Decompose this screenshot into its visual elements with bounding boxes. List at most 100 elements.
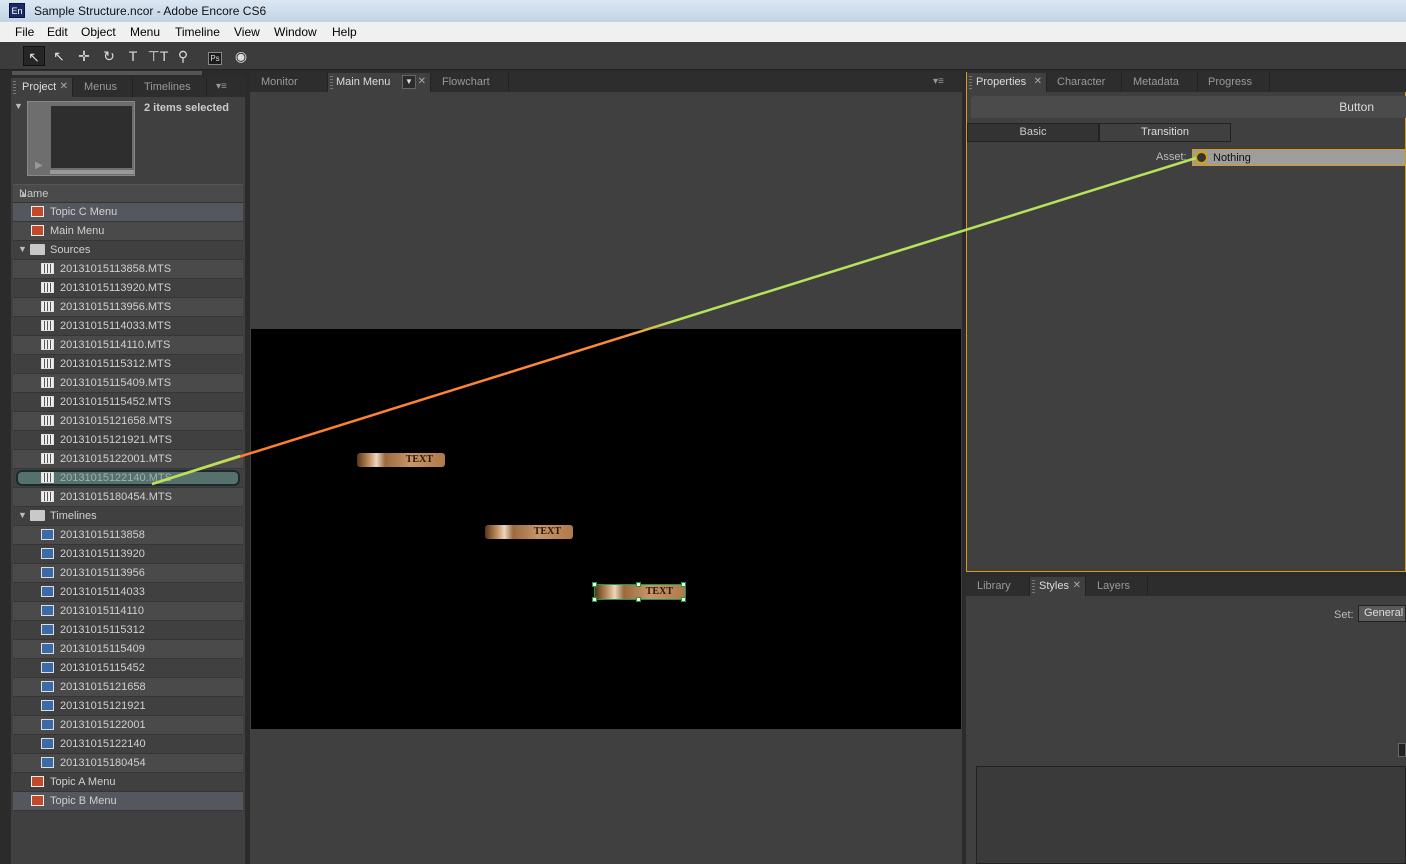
tab-layers[interactable]: Layers [1086, 577, 1148, 596]
resize-handle[interactable] [592, 582, 597, 587]
tab-character[interactable]: Character [1047, 73, 1122, 92]
panel-grip[interactable] [969, 76, 972, 89]
list-item[interactable]: 20131015113858.MTS [13, 260, 243, 279]
zoom-tool-icon[interactable]: ⚲ [172, 46, 194, 66]
menu-view[interactable]: View [234, 25, 260, 39]
menu-window[interactable]: Window [274, 25, 317, 39]
selection-tool-icon[interactable]: ↖ [23, 46, 45, 66]
subtab-transition[interactable]: Transition [1099, 123, 1231, 142]
list-item[interactable]: 20131015180454 [13, 754, 243, 773]
close-icon[interactable]: ✕ [1034, 73, 1042, 91]
list-item[interactable]: 20131015114110.MTS [13, 336, 243, 355]
tab-properties[interactable]: Properties ✕ [967, 73, 1047, 92]
tab-menus[interactable]: Menus [73, 78, 133, 97]
list-item[interactable]: 20131015115452.MTS [13, 393, 243, 412]
close-icon[interactable]: ✕ [418, 73, 426, 91]
close-icon[interactable]: ✕ [60, 78, 68, 96]
set-dropdown[interactable]: General [1358, 605, 1406, 622]
styles-list[interactable] [976, 766, 1406, 864]
menu-button-1[interactable]: TEXT [357, 453, 445, 467]
tab-project[interactable]: Project ✕ [11, 78, 73, 97]
list-item[interactable]: 20131015121658 [13, 678, 243, 697]
list-item[interactable]: 20131015180454.MTS [13, 488, 243, 507]
list-item[interactable]: 20131015122001.MTS [13, 450, 243, 469]
column-header-name[interactable]: Name ▲ [13, 184, 243, 203]
expand-icon[interactable]: ▼ [18, 510, 27, 520]
resize-handle[interactable] [636, 582, 641, 587]
expand-icon[interactable]: ▼ [18, 244, 27, 254]
tab-library[interactable]: Library [966, 577, 1030, 596]
tab-flowchart[interactable]: Flowchart [431, 73, 509, 92]
list-item[interactable]: 20131015113920 [13, 545, 243, 564]
item-label: 20131015113956.MTS [60, 301, 172, 313]
tab-timelines[interactable]: Timelines [133, 78, 207, 97]
tab-metadata[interactable]: Metadata [1122, 73, 1198, 92]
list-item[interactable]: 20131015114033.MTS [13, 317, 243, 336]
resize-handle[interactable] [681, 597, 686, 602]
list-item[interactable]: 20131015122001 [13, 716, 243, 735]
rotate-tool-icon[interactable]: ↻ [98, 46, 120, 66]
resize-handle[interactable] [681, 582, 686, 587]
app-icon: En [9, 3, 25, 18]
menu-canvas[interactable] [251, 329, 961, 729]
list-item[interactable]: 20131015114033 [13, 583, 243, 602]
pickwhip-icon[interactable] [1195, 151, 1208, 164]
list-item[interactable]: 20131015115452 [13, 659, 243, 678]
list-item[interactable]: 20131015115409.MTS [13, 374, 243, 393]
panel-menu-icon[interactable]: ▾≡ [924, 73, 962, 92]
menu-file[interactable]: File [15, 25, 34, 39]
menu-edit[interactable]: Edit [47, 25, 68, 39]
folder-row[interactable]: ▼ Timelines [13, 507, 243, 526]
list-item[interactable]: 20131015113956.MTS [13, 298, 243, 317]
menu-menu[interactable]: Menu [130, 25, 160, 39]
sort-ascending-icon[interactable]: ▲ [19, 189, 235, 199]
tab-progress[interactable]: Progress [1198, 73, 1270, 92]
toolbar-scrollbar[interactable] [12, 71, 202, 75]
list-item[interactable]: 20131015113956 [13, 564, 243, 583]
menu-button-2[interactable]: TEXT [485, 525, 573, 539]
list-item[interactable]: 20131015115312 [13, 621, 243, 640]
preview-icon[interactable]: ◉ [230, 46, 252, 66]
resize-handle[interactable] [592, 597, 597, 602]
poster-frame-bar[interactable] [50, 170, 134, 174]
folder-row[interactable]: ▼ Sources [13, 241, 243, 260]
list-item-selected[interactable]: 20131015122140.MTS [13, 469, 243, 488]
menu-help[interactable]: Help [332, 25, 357, 39]
list-item[interactable]: 20131015121921 [13, 697, 243, 716]
resize-handle[interactable] [636, 597, 641, 602]
asset-field[interactable]: Nothing [1192, 149, 1406, 166]
direct-select-tool-icon[interactable]: ↖ [48, 46, 70, 66]
panel-menu-icon[interactable]: ▾≡ [207, 78, 245, 97]
subtab-basic[interactable]: Basic [967, 123, 1099, 142]
close-icon[interactable]: ✕ [1073, 577, 1081, 595]
list-item[interactable]: 20131015121658.MTS [13, 412, 243, 431]
vertical-text-tool-icon[interactable]: ⊤T [147, 46, 169, 66]
panel-grip[interactable] [1032, 580, 1035, 593]
list-item[interactable]: Topic C Menu [13, 203, 243, 222]
list-item[interactable]: 20131015113920.MTS [13, 279, 243, 298]
panel-grip[interactable] [330, 76, 333, 89]
apply-style-icon[interactable] [1398, 743, 1406, 757]
tab-monitor[interactable]: Monitor [250, 73, 328, 92]
list-item[interactable]: 20131015115312.MTS [13, 355, 243, 374]
move-tool-icon[interactable]: ✛ [73, 46, 95, 66]
list-item[interactable]: Topic B Menu [13, 792, 243, 811]
list-item[interactable]: 20131015113858 [13, 526, 243, 545]
play-icon[interactable]: ▶ [35, 160, 43, 171]
photoshop-edit-button[interactable]: Ps [204, 46, 226, 66]
list-item[interactable]: Main Menu [13, 222, 243, 241]
menu-timeline[interactable]: Timeline [175, 25, 220, 39]
list-item[interactable]: 20131015121921.MTS [13, 431, 243, 450]
menu-object[interactable]: Object [81, 25, 116, 39]
folder-icon [30, 510, 45, 521]
text-tool-icon[interactable]: T [122, 46, 144, 66]
collapse-preview-icon[interactable]: ▼ [14, 101, 23, 111]
tab-main-menu[interactable]: Main Menu ▼ ✕ [328, 73, 431, 92]
list-item[interactable]: 20131015114110 [13, 602, 243, 621]
tab-styles[interactable]: Styles ✕ [1030, 577, 1086, 596]
list-item[interactable]: Topic A Menu [13, 773, 243, 792]
menu-dropdown-icon[interactable]: ▼ [402, 75, 416, 89]
list-item[interactable]: 20131015122140 [13, 735, 243, 754]
list-item[interactable]: 20131015115409 [13, 640, 243, 659]
panel-grip[interactable] [13, 81, 16, 94]
